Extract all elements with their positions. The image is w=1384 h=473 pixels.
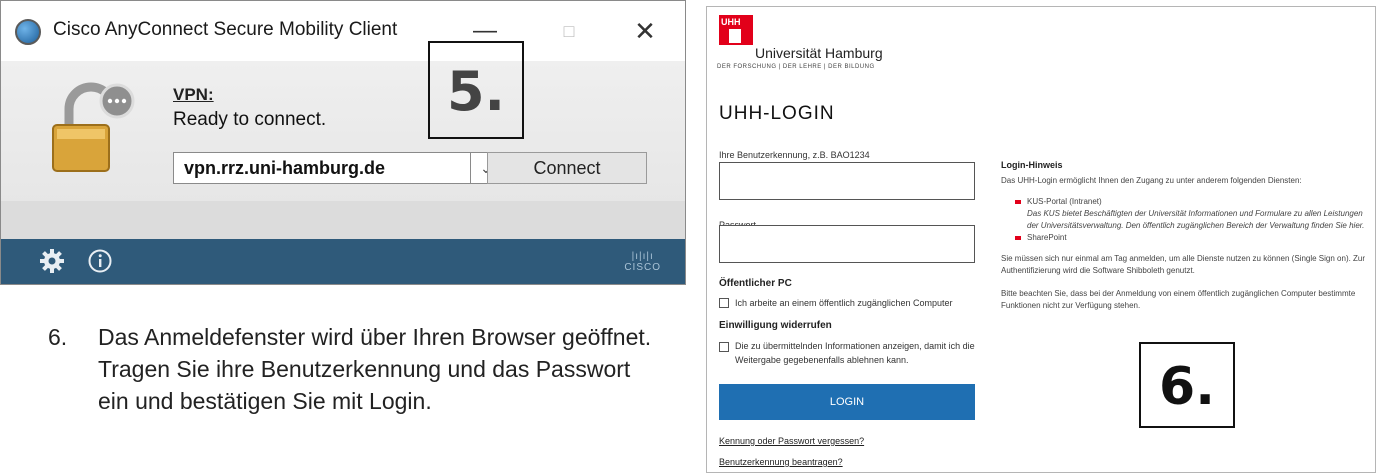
public-pc-note: Bitte beachten Sie, dass bei der Anmeldu… xyxy=(1001,289,1356,310)
uhh-login-page: UHH Universität Hamburg DER FORSCHUNG | … xyxy=(706,6,1376,473)
login-button[interactable]: LOGIN xyxy=(719,384,975,420)
login-hint-title: Login-Hinweis xyxy=(1001,160,1063,170)
login-heading: UHH-LOGIN xyxy=(719,103,835,124)
revoke-consent-checkbox-label: Die zu übermittelnden Informationen anze… xyxy=(735,341,975,365)
request-account-link[interactable]: Benutzerkennung beantragen? xyxy=(719,457,843,467)
footer-bar: |ı|ı|ı CISCO xyxy=(1,239,685,284)
vpn-server-value: vpn.rrz.uni-hamburg.de xyxy=(184,158,386,178)
university-tagline: DER FORSCHUNG | DER LEHRE | DER BILDUNG xyxy=(717,64,875,70)
gear-icon[interactable] xyxy=(39,248,65,274)
info-icon[interactable] xyxy=(87,248,113,274)
uhh-logo-mark: UHH xyxy=(719,15,753,45)
university-name: Universität Hamburg xyxy=(755,45,883,61)
castle-icon xyxy=(729,29,741,43)
instruction-number: 6. xyxy=(48,324,68,350)
vpn-server-select[interactable]: vpn.rrz.uni-hamburg.de ⌄ xyxy=(173,152,502,184)
revoke-consent-title: Einwilligung widerrufen xyxy=(719,320,832,331)
public-pc-title: Öffentlicher PC xyxy=(719,278,792,289)
instruction-text: Das Anmeldefenster wird über Ihren Brows… xyxy=(98,324,652,414)
bullet-icon xyxy=(1015,236,1021,240)
sso-text: Sie müssen sich nur einmal am Tag anmeld… xyxy=(1001,254,1366,275)
close-button[interactable]: ✕ xyxy=(625,13,665,49)
connection-status: Ready to connect. xyxy=(173,109,327,130)
service-sharepoint: SharePoint xyxy=(1027,233,1067,242)
window-title: Cisco AnyConnect Secure Mobility Client xyxy=(53,19,398,40)
title-bar: Cisco AnyConnect Secure Mobility Client … xyxy=(1,1,685,61)
public-pc-checkbox[interactable] xyxy=(719,298,729,308)
revoke-consent-checkbox[interactable] xyxy=(719,342,729,352)
vpn-label: VPN: xyxy=(173,85,214,104)
service-kus-description: Das KUS bietet Beschäftigten der Univers… xyxy=(1027,209,1365,230)
username-input[interactable] xyxy=(719,162,975,200)
maximize-button[interactable]: □ xyxy=(549,13,589,49)
anyconnect-window: Cisco AnyConnect Secure Mobility Client … xyxy=(0,0,686,285)
bullet-icon xyxy=(1015,200,1021,204)
uhh-logo-abbr: UHH xyxy=(721,17,741,27)
forgot-password-link[interactable]: Kennung oder Passwort vergessen? xyxy=(719,436,864,446)
anyconnect-icon xyxy=(15,19,41,45)
password-input[interactable] xyxy=(719,225,975,263)
login-hint-intro: Das UHH-Login ermöglicht Ihnen den Zugan… xyxy=(1001,176,1302,185)
lock-icon xyxy=(52,82,135,172)
step-5-marker: 5. xyxy=(428,41,524,139)
service-kus: KUS-Portal (Intranet) xyxy=(1027,197,1102,206)
step-6-marker: 6. xyxy=(1139,342,1235,428)
public-pc-checkbox-label: Ich arbeite an einem öffentlich zugängli… xyxy=(735,298,953,308)
connect-button[interactable]: Connect xyxy=(487,152,647,184)
status-strip xyxy=(1,201,685,239)
cisco-logo: |ı|ı|ı CISCO xyxy=(624,251,661,273)
username-label: Ihre Benutzerkennung, z.B. BAO1234 xyxy=(719,150,870,160)
